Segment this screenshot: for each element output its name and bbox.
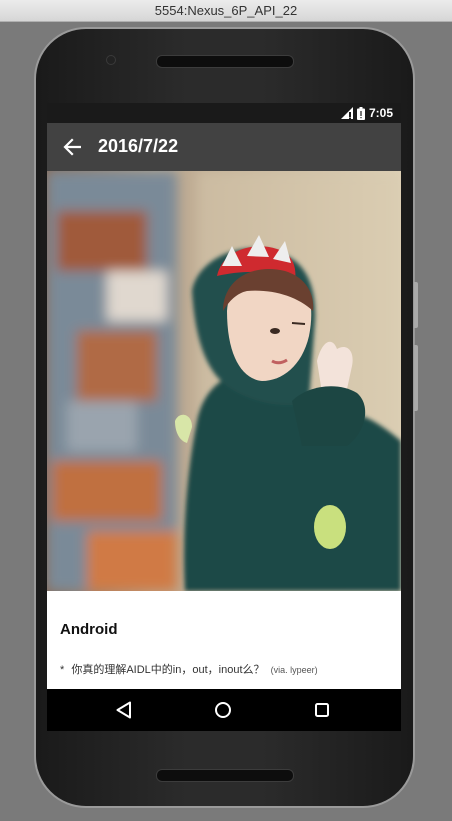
nav-home-button[interactable] [210, 697, 236, 723]
nav-back-button[interactable] [111, 697, 137, 723]
front-camera [106, 55, 116, 65]
signal-icon [340, 107, 353, 119]
header-photo[interactable] [47, 171, 401, 591]
nav-recents-button[interactable] [309, 697, 335, 723]
back-triangle-icon [116, 701, 131, 719]
battery-icon [356, 106, 365, 120]
section-title: Android [60, 621, 118, 638]
article-bullet: * [60, 664, 65, 676]
back-button[interactable] [57, 132, 87, 162]
app-bar: 2016/7/22 [47, 123, 401, 171]
recents-square-icon [315, 703, 329, 717]
volume-button[interactable] [414, 345, 418, 411]
article-via: (via. lypeer) [270, 665, 318, 675]
article-item[interactable]: * 你真的理解AIDL中的in，out，inout么？ (via. lypeer… [60, 661, 318, 677]
content-area: Android * 你真的理解AIDL中的in，out，inout么？ (via… [47, 591, 401, 689]
bottom-speaker [156, 769, 294, 782]
page-title: 2016/7/22 [98, 136, 179, 156]
status-time: 7:05 [368, 106, 393, 120]
home-circle-icon [215, 702, 231, 718]
power-button[interactable] [414, 282, 418, 328]
arrow-back-icon [63, 138, 81, 156]
article-title: 你真的理解AIDL中的in，out，inout么？ [71, 664, 265, 676]
navigation-bar [47, 689, 401, 731]
device-screen: 7:05 2016/7/22 Android * 你真的理解AIDL中的in，o… [47, 103, 401, 731]
top-speaker [156, 55, 294, 68]
girl-in-dinosaur-costume-photo [47, 171, 401, 591]
emulator-window-title: 5554:Nexus_6P_API_22 [0, 0, 452, 22]
status-bar: 7:05 [47, 103, 401, 123]
